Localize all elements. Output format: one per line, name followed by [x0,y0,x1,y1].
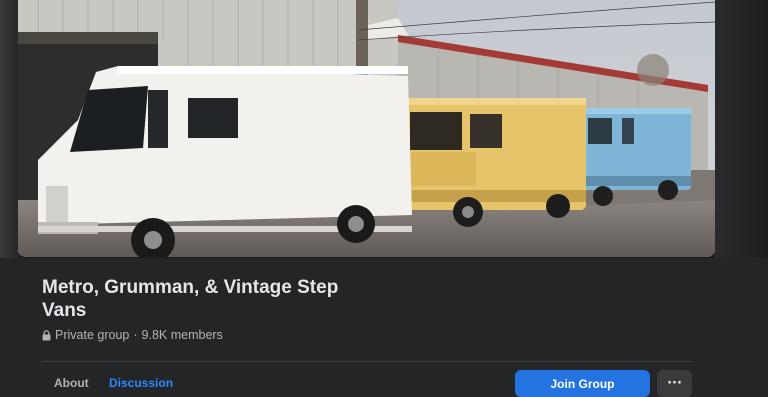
group-meta: Private group · 9.8K members [42,328,223,342]
cover-backdrop-right [714,0,768,258]
group-privacy: Private group [55,328,130,342]
meta-separator: · [133,328,138,342]
lock-icon [42,329,51,341]
yellow-van [406,98,586,227]
tab-about[interactable]: About [54,376,89,390]
group-member-count[interactable]: 9.8K members [142,328,223,342]
join-group-button[interactable]: Join Group [515,370,650,397]
white-van [38,66,412,257]
tab-discussion[interactable]: Discussion [109,376,173,390]
header-divider [42,361,692,362]
group-name[interactable]: Metro, Grumman, & Vintage Step Vans [42,276,382,322]
more-options-button[interactable]: ··· [657,370,692,397]
cover-photo[interactable] [18,0,715,257]
ellipsis-icon: ··· [667,376,682,391]
cover-backdrop-left [0,0,20,258]
cover-photo-illustration [18,0,715,257]
